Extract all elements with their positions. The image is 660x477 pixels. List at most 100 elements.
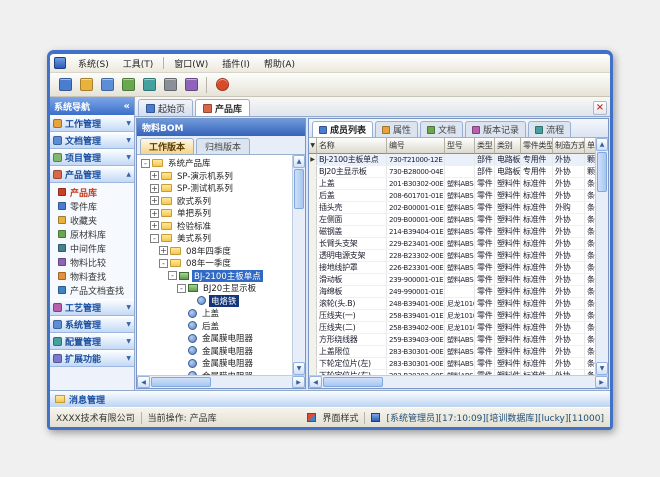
tree-node[interactable]: 后盖 bbox=[137, 320, 292, 333]
table-vertical-scrollbar[interactable]: ▲ ▼ bbox=[595, 138, 608, 375]
menu-item-1[interactable]: 工具(T) bbox=[116, 55, 161, 72]
column-header-7[interactable]: 单位 bbox=[585, 138, 595, 154]
table-row[interactable]: 长臂头支架229-B23401-00E塑料ABS零件塑料件标准件外协条 bbox=[309, 238, 595, 250]
sidebar-item[interactable]: 零件库 bbox=[50, 199, 134, 213]
sidebar-section-3[interactable]: 产品管理▲ bbox=[50, 166, 134, 183]
sidebar-section-4[interactable]: 工艺管理▼ bbox=[50, 299, 134, 316]
table-row[interactable]: 透明电源支架228-B23302-00E塑料ABS零件塑料件标准件外协条 bbox=[309, 250, 595, 262]
table-row[interactable]: 压线夹(一)258-B39401-01E尼龙1010零件塑料件标准件外协条 bbox=[309, 310, 595, 322]
detail-tab[interactable]: 文档 bbox=[420, 121, 463, 137]
tree-node[interactable]: 上盖 bbox=[137, 307, 292, 320]
column-header-1[interactable]: 编号 bbox=[387, 138, 445, 154]
table-row[interactable]: 左侧面209-B00001-00E塑料ABS零件塑料件标准件外协条 bbox=[309, 214, 595, 226]
table-horizontal-scrollbar[interactable]: ◀ ▶ bbox=[309, 375, 608, 388]
sidebar-item[interactable]: 物料查找 bbox=[50, 269, 134, 283]
open-folder-icon[interactable] bbox=[77, 76, 95, 94]
table-row[interactable]: 磁钢盖214-B39404-01E塑料ABS零件塑料件标准件外协条 bbox=[309, 226, 595, 238]
expand-toggle-icon[interactable]: + bbox=[150, 196, 159, 205]
tree-node[interactable]: +SP-测试机系列 bbox=[137, 182, 292, 195]
table-row[interactable]: 方形绕线器259-B39403-00E塑料ABS零件塑料件标准件外协条 bbox=[309, 334, 595, 346]
collapse-icon[interactable]: « bbox=[124, 101, 130, 112]
table-row[interactable]: 后盖208-601701-01E塑料ABS零件塑料件标准件外协条 bbox=[309, 190, 595, 202]
sidebar-section-6[interactable]: 配置管理▼ bbox=[50, 333, 134, 350]
column-header-5[interactable]: 零件类型 bbox=[521, 138, 553, 154]
table-row[interactable]: 插头壳202-B00001-01E塑料ABS零件塑料件标准件外购条 bbox=[309, 202, 595, 214]
menu-item-2[interactable]: 窗口(W) bbox=[167, 55, 215, 72]
detail-tab[interactable]: 版本记录 bbox=[465, 121, 526, 137]
sidebar-header[interactable]: 系统导航 « bbox=[50, 97, 134, 115]
sidebar-item[interactable]: 中间件库 bbox=[50, 241, 134, 255]
table-row[interactable]: 海绵板249-990001-01E零件塑料件标准件外协条 bbox=[309, 286, 595, 298]
table-row[interactable]: ▶BJ-2100主板单点730-T21000-12E部件电路板专用件外协颗 bbox=[309, 154, 595, 166]
tree-node[interactable]: -系统产品库 bbox=[137, 157, 292, 170]
table-row[interactable]: 压线夹(二)258-B39402-00E尼龙1010零件塑料件标准件外协条 bbox=[309, 322, 595, 334]
page-tab[interactable]: 起始页 bbox=[138, 99, 193, 116]
expand-toggle-icon[interactable]: + bbox=[150, 184, 159, 193]
sidebar-item[interactable]: 产品文档查找 bbox=[50, 283, 134, 297]
expand-toggle-icon[interactable]: + bbox=[150, 209, 159, 218]
scroll-up-icon[interactable]: ▲ bbox=[293, 155, 305, 168]
search-icon[interactable] bbox=[119, 76, 137, 94]
sidebar-section-1[interactable]: 文档管理▼ bbox=[50, 132, 134, 149]
scroll-right-icon[interactable]: ▶ bbox=[292, 376, 305, 388]
expand-toggle-icon[interactable]: + bbox=[150, 171, 159, 180]
expand-toggle-icon[interactable]: - bbox=[177, 284, 186, 293]
tree-node[interactable]: -BJ-2100主板单点 bbox=[137, 270, 292, 283]
tree-node[interactable]: 电烙铁 bbox=[137, 295, 292, 308]
scroll-right-icon[interactable]: ▶ bbox=[595, 376, 608, 388]
tree-node[interactable]: 金属膜电阻器 bbox=[137, 345, 292, 358]
expand-toggle-icon[interactable]: - bbox=[150, 234, 159, 243]
sidebar-section-2[interactable]: 项目管理▼ bbox=[50, 149, 134, 166]
tree-node[interactable]: -08年一季度 bbox=[137, 257, 292, 270]
bom-horizontal-scrollbar[interactable]: ◀ ▶ bbox=[137, 375, 305, 388]
tree-node[interactable]: +08年四季度 bbox=[137, 245, 292, 258]
table-row[interactable]: 上盖201-B30302-00E塑料ABS零件塑料件标准件外协条 bbox=[309, 178, 595, 190]
sidebar-item[interactable]: 物料比较 bbox=[50, 255, 134, 269]
detail-tab[interactable]: 属性 bbox=[375, 121, 418, 137]
column-header-3[interactable]: 类型 bbox=[475, 138, 495, 154]
scroll-left-icon[interactable]: ◀ bbox=[137, 376, 150, 388]
scroll-thumb[interactable] bbox=[294, 169, 304, 209]
expand-toggle-icon[interactable]: + bbox=[150, 221, 159, 230]
sidebar-item[interactable]: 收藏夹 bbox=[50, 213, 134, 227]
table-row[interactable]: 上盖限位283-B30301-00E塑料ABS零件塑料件标准件外协条 bbox=[309, 346, 595, 358]
tree-node[interactable]: 金属膜电阻器 bbox=[137, 332, 292, 345]
tree-node[interactable]: -BJ20主显示板 bbox=[137, 282, 292, 295]
column-header-6[interactable]: 制造方式 bbox=[553, 138, 585, 154]
menu-item-0[interactable]: 系统(S) bbox=[71, 55, 116, 72]
column-header-0[interactable]: 名称 bbox=[317, 138, 387, 154]
scroll-left-icon[interactable]: ◀ bbox=[309, 376, 322, 388]
sidebar-section-5[interactable]: 系统管理▼ bbox=[50, 316, 134, 333]
expand-toggle-icon[interactable]: - bbox=[168, 271, 177, 280]
close-tab-button[interactable]: × bbox=[593, 101, 607, 115]
scroll-down-icon[interactable]: ▼ bbox=[293, 362, 305, 375]
home-icon[interactable] bbox=[56, 76, 74, 94]
scroll-thumb[interactable] bbox=[323, 377, 383, 387]
version-tab[interactable]: 归档版本 bbox=[196, 138, 250, 154]
page-tab[interactable]: 产品库 bbox=[195, 99, 250, 116]
table-row[interactable]: 滑动板239-900001-01E塑料ABS零件塑料件标准件外协条 bbox=[309, 274, 595, 286]
bom-vertical-scrollbar[interactable]: ▲ ▼ bbox=[292, 155, 305, 375]
row-gutter-header[interactable]: ▼ bbox=[309, 138, 317, 154]
refresh-icon[interactable] bbox=[140, 76, 158, 94]
tree-node[interactable]: +单把系列 bbox=[137, 207, 292, 220]
column-header-2[interactable]: 型号 bbox=[445, 138, 475, 154]
tree-node[interactable]: +SP-演示机系列 bbox=[137, 170, 292, 183]
table-row[interactable]: 接地线护罩226-B23301-00E塑料ABS零件塑料件标准件外协条 bbox=[309, 262, 595, 274]
scroll-up-icon[interactable]: ▲ bbox=[596, 138, 608, 151]
expand-toggle-icon[interactable]: - bbox=[141, 159, 150, 168]
scroll-thumb[interactable] bbox=[597, 152, 607, 192]
table-row[interactable]: 下轮定位片(左)283-B30301-00E塑料ABS零件塑料件标准件外协条 bbox=[309, 358, 595, 370]
message-panel-bar[interactable]: 消息管理 bbox=[50, 390, 610, 407]
tree-node[interactable]: 金属膜电阻器 bbox=[137, 357, 292, 370]
scroll-down-icon[interactable]: ▼ bbox=[596, 362, 608, 375]
sidebar-item[interactable]: 原材料库 bbox=[50, 227, 134, 241]
sidebar-item[interactable]: 产品库 bbox=[50, 185, 134, 199]
settings-icon[interactable] bbox=[182, 76, 200, 94]
print-icon[interactable] bbox=[161, 76, 179, 94]
exit-icon[interactable] bbox=[213, 76, 231, 94]
tree-node[interactable]: +欧式系列 bbox=[137, 195, 292, 208]
version-tab[interactable]: 工作版本 bbox=[140, 138, 194, 154]
theme-icon[interactable] bbox=[307, 413, 316, 422]
save-icon[interactable] bbox=[98, 76, 116, 94]
